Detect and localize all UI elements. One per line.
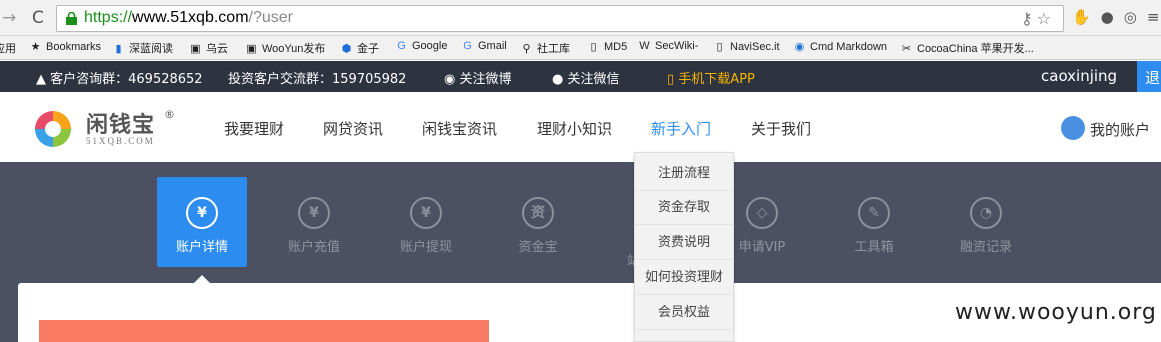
tile-fund-treasure[interactable]: 资 资金宝	[493, 177, 583, 267]
tile-label: 账户详情	[175, 240, 228, 255]
bookmark-item[interactable]: ⚲ 社工库	[520, 40, 570, 56]
beginner-dropdown: 注册流程 资金存取 资费说明 如何投资理财 会员权益	[634, 152, 734, 342]
top-info-bar: ▲ 客户咨询群：469528652 投资客户交流群：159705982 ◉ 关注…	[0, 61, 1161, 92]
bookmarks-bar: 应用 ★Bookmarks ▮深蓝阅读 ▣乌云 ▣WooYun发布 ⬢金子 GG…	[0, 36, 1161, 60]
nav-xqb-news[interactable]: 闲钱宝资讯	[422, 118, 497, 139]
my-account-link[interactable]: 我的账户	[1090, 119, 1150, 140]
bookmark-item[interactable]: ▣ WooYun发布	[245, 40, 325, 56]
account-subnav: ¥ 账户详情 ¥ 账户充值 ¥ 账户提现 资 资金宝 站 ◇ 申请VIP ✎ 工…	[0, 162, 1161, 283]
active-tile-pointer	[194, 275, 210, 283]
yen-in-icon: ¥	[298, 197, 330, 229]
site-icon: ◉	[794, 41, 805, 53]
url-text: https://www.51xqb.com/?user	[84, 9, 293, 26]
hex-icon: ⬢	[341, 43, 352, 55]
qq-group: ▲ 客户咨询群：469528652	[36, 72, 203, 87]
site-icon: ▣	[246, 43, 257, 55]
tile-financing-records[interactable]: ◔ 融资记录	[941, 177, 1031, 267]
pie-chart-icon: ◔	[970, 197, 1002, 229]
logout-button[interactable]: 退	[1137, 61, 1161, 92]
page-icon: ▯	[716, 41, 723, 53]
bookmark-item[interactable]: 应用	[0, 40, 16, 56]
dropdown-item-how-to-invest[interactable]: 如何投资理财	[635, 261, 733, 295]
wrench-icon: ✎	[858, 197, 890, 229]
extension-icons[interactable]: ✋●◎≡	[1072, 8, 1161, 26]
bookmark-item[interactable]: ▯ MD5	[587, 40, 627, 53]
address-bar[interactable]: https://www.51xqb.com/?user ⚷☆	[56, 5, 1064, 32]
bookmark-item[interactable]: G Google	[395, 40, 447, 52]
logo-text[interactable]: 闲钱宝	[86, 107, 155, 139]
dropdown-item-member-rights[interactable]: 会员权益	[635, 296, 733, 330]
tile-label: 工具箱	[854, 240, 894, 255]
star-icon[interactable]: ⚷☆	[1021, 9, 1055, 28]
google-icon: G	[463, 40, 472, 52]
tile-account-details[interactable]: ¥ 账户详情	[157, 177, 247, 267]
tile-label: 账户充值	[287, 240, 340, 255]
dropdown-item-deposit-withdraw[interactable]: 资金存取	[635, 191, 733, 225]
lock-icon	[66, 12, 77, 25]
nav-about[interactable]: 关于我们	[751, 118, 811, 139]
bookmark-item[interactable]: ▣ 乌云	[189, 40, 228, 56]
site-icon: ▣	[190, 43, 201, 55]
yen-out-icon: ¥	[410, 197, 442, 229]
reload-icon[interactable]: C	[32, 8, 44, 28]
tile-toolbox[interactable]: ✎ 工具箱	[829, 177, 919, 267]
bookmark-item[interactable]: ⬢ 金子	[340, 40, 379, 56]
phone-icon: ▯	[667, 72, 675, 87]
bookmark-item[interactable]: ◉ Cmd Markdown	[793, 40, 887, 53]
tile-recharge[interactable]: ¥ 账户充值	[269, 177, 359, 267]
invest-group: 投资客户交流群：159705982	[228, 72, 407, 87]
site-icon: ✂	[901, 43, 912, 55]
bookmark-icon: ▮	[115, 43, 122, 55]
nav-invest[interactable]: 我要理财	[224, 118, 284, 139]
bookmark-item[interactable]: ✂ CocoaChina 苹果开发...	[900, 40, 1034, 56]
nav-finance-tips[interactable]: 理财小知识	[537, 118, 612, 139]
nav-beginner[interactable]: 新手入门	[651, 118, 711, 139]
watermark: www.wooyun.org	[955, 300, 1157, 325]
yen-icon: ¥	[186, 197, 218, 229]
star-icon: ★	[30, 41, 41, 53]
site-header: 闲钱宝 ® 51XQB.COM 我要理财 网贷资讯 闲钱宝资讯 理财小知识 新手…	[0, 92, 1161, 162]
bookmark-item[interactable]: ▮ 深蓝阅读	[112, 40, 173, 56]
google-icon: G	[397, 40, 406, 52]
bookmark-item[interactable]: ★ Bookmarks	[29, 40, 101, 53]
logo-domain: 51XQB.COM	[86, 136, 155, 146]
account-summary-bar	[39, 320, 489, 342]
app-download-link[interactable]: ▯ 手机下载APP	[667, 68, 755, 87]
wechat-icon: ●	[552, 72, 564, 87]
dropdown-item-fees[interactable]: 资费说明	[635, 226, 733, 260]
back-icon[interactable]: →	[2, 8, 16, 28]
weibo-link[interactable]: ◉ 关注微博	[444, 68, 512, 87]
bookmark-item[interactable]: G Gmail	[461, 40, 507, 52]
nav-p2p-news[interactable]: 网贷资讯	[323, 118, 383, 139]
bookmark-item[interactable]: W SecWiki-	[638, 40, 698, 52]
tile-label: 资金宝	[518, 240, 558, 255]
fund-icon: 资	[522, 197, 554, 229]
wiki-icon: W	[639, 40, 650, 52]
logo-registered: ®	[164, 108, 175, 121]
username[interactable]: caoxinjing	[1041, 67, 1117, 85]
user-icon[interactable]	[1061, 116, 1085, 140]
tile-label: 账户提现	[399, 240, 452, 255]
weibo-icon: ◉	[444, 72, 456, 87]
page-icon: ▯	[590, 41, 597, 53]
browser-toolbar: → C https://www.51xqb.com/?user ⚷☆ ✋●◎≡	[0, 0, 1161, 36]
tile-label: 融资记录	[959, 240, 1012, 255]
logo-icon[interactable]	[33, 109, 73, 149]
tile-withdraw[interactable]: ¥ 账户提现	[381, 177, 471, 267]
diamond-icon: ◇	[746, 197, 778, 229]
wechat-link[interactable]: ● 关注微信	[552, 68, 620, 87]
search-icon: ⚲	[522, 43, 531, 55]
bookmark-item[interactable]: ▯ NaviSec.it	[713, 40, 779, 53]
dropdown-item-register-flow[interactable]: 注册流程	[635, 157, 733, 191]
